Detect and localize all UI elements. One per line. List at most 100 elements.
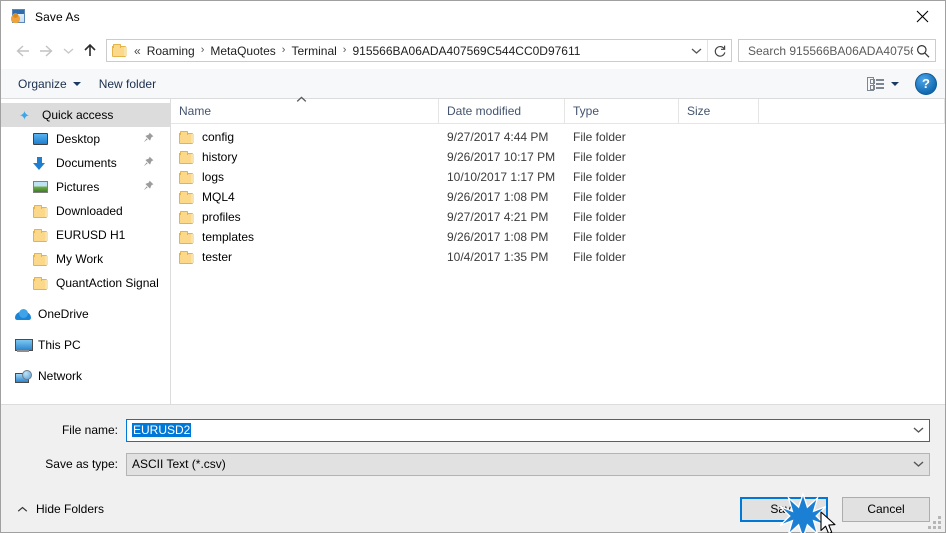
- file-list-pane: Name Date modified Type Size config 9/27…: [171, 96, 945, 404]
- file-rows: config 9/27/2017 4:44 PM File folder his…: [171, 124, 945, 404]
- file-type: File folder: [573, 250, 626, 264]
- search-input[interactable]: [746, 42, 915, 59]
- file-type: File folder: [573, 230, 626, 244]
- toolbar-right-group: ?: [861, 72, 937, 95]
- sidebar-item-downloaded[interactable]: Downloaded: [1, 199, 170, 223]
- table-row[interactable]: MQL4 9/26/2017 1:08 PM File folder: [171, 187, 945, 207]
- table-row[interactable]: templates 9/26/2017 1:08 PM File folder: [171, 227, 945, 247]
- column-header-name[interactable]: Name: [171, 96, 439, 123]
- file-date: 10/4/2017 1:35 PM: [447, 250, 549, 264]
- file-date: 9/26/2017 1:08 PM: [447, 230, 549, 244]
- save-button[interactable]: Save: [740, 496, 828, 522]
- network-icon: [15, 369, 33, 383]
- folder-icon: [179, 230, 195, 244]
- column-header-label: Size: [687, 104, 711, 118]
- file-type: File folder: [573, 170, 626, 184]
- documents-icon: [33, 156, 51, 170]
- save-form: File name: EURUSD2 Save as type: ASCII T…: [1, 404, 945, 486]
- save-as-type-value: ASCII Text (*.csv): [132, 457, 226, 471]
- help-label: ?: [922, 76, 930, 91]
- chevron-down-icon[interactable]: [685, 40, 707, 61]
- sidebar-item-label: Network: [38, 369, 83, 383]
- file-type: File folder: [573, 210, 626, 224]
- folder-icon: [33, 252, 51, 266]
- breadcrumb-item-terminal[interactable]: Terminal: [288, 43, 339, 59]
- back-arrow-icon[interactable]: [10, 39, 34, 63]
- forward-arrow-icon[interactable]: [34, 39, 58, 63]
- chevron-down-icon[interactable]: [907, 420, 929, 441]
- file-name-cell: profiles: [171, 210, 439, 224]
- column-header-date-modified[interactable]: Date modified: [439, 99, 565, 123]
- new-folder-button[interactable]: New folder: [90, 74, 165, 94]
- cancel-label: Cancel: [867, 502, 905, 516]
- window-title: Save As: [35, 9, 80, 24]
- sidebar-item-label: Documents: [56, 156, 117, 170]
- change-view-button[interactable]: [861, 74, 905, 94]
- file-type: File folder: [573, 150, 626, 164]
- pin-icon[interactable]: [143, 156, 154, 170]
- recent-locations-icon[interactable]: [58, 39, 78, 63]
- breadcrumb-item-metaquotes[interactable]: MetaQuotes: [207, 43, 278, 59]
- file-name-label: File name:: [61, 423, 118, 437]
- column-header-size[interactable]: Size: [679, 99, 759, 123]
- file-type: File folder: [573, 130, 626, 144]
- table-row[interactable]: tester 10/4/2017 1:35 PM File folder: [171, 247, 945, 267]
- folder-icon: [33, 276, 51, 290]
- table-row[interactable]: history 9/26/2017 10:17 PM File folder: [171, 147, 945, 167]
- footer-buttons: Save Cancel: [740, 491, 930, 533]
- column-header-filler: [759, 99, 945, 123]
- chevron-down-icon[interactable]: [891, 81, 899, 86]
- folder-icon: [112, 43, 128, 58]
- table-row[interactable]: logs 10/10/2017 1:17 PM File folder: [171, 167, 945, 187]
- star-pin-icon: ✦: [19, 107, 30, 123]
- file-name-cell: MQL4: [171, 190, 439, 204]
- column-header-type[interactable]: Type: [565, 99, 679, 123]
- sidebar-item-label: Downloaded: [56, 204, 123, 218]
- save-as-dialog: Save As « Roaming › MetaQuotes › Termina…: [0, 0, 946, 533]
- sidebar-item-pictures[interactable]: Pictures: [1, 175, 170, 199]
- sidebar-item-label: Quick access: [42, 108, 114, 122]
- pin-icon[interactable]: [143, 132, 154, 146]
- search-box[interactable]: [738, 39, 936, 62]
- chevron-down-icon: [72, 81, 81, 86]
- refresh-icon[interactable]: [707, 40, 731, 61]
- sidebar-item-network[interactable]: Network: [1, 364, 170, 388]
- title-bar: Save As: [1, 1, 945, 32]
- chevron-down-icon[interactable]: [907, 454, 929, 475]
- close-icon[interactable]: [899, 1, 945, 32]
- table-row[interactable]: profiles 9/27/2017 4:21 PM File folder: [171, 207, 945, 227]
- address-bar[interactable]: « Roaming › MetaQuotes › Terminal › 9155…: [106, 39, 732, 62]
- breadcrumb-item-terminal-id[interactable]: 915566BA06ADA407569C544CC0D97611: [349, 43, 583, 59]
- file-date: 9/27/2017 4:21 PM: [447, 210, 549, 224]
- dialog-footer: Hide Folders Save Cancel: [1, 486, 945, 533]
- folder-icon: [179, 250, 195, 264]
- file-date: 10/10/2017 1:17 PM: [447, 170, 556, 184]
- sidebar-item-this-pc[interactable]: This PC: [1, 333, 170, 357]
- sidebar-item-my-work[interactable]: My Work: [1, 247, 170, 271]
- file-date: 9/26/2017 1:08 PM: [447, 190, 549, 204]
- table-row[interactable]: config 9/27/2017 4:44 PM File folder: [171, 127, 945, 147]
- sidebar-item-eurusd-h1[interactable]: EURUSD H1: [1, 223, 170, 247]
- sidebar-item-label: EURUSD H1: [56, 228, 126, 242]
- sidebar-item-quantaction-signal[interactable]: QuantAction Signal: [1, 271, 170, 295]
- resize-grip[interactable]: [928, 516, 941, 529]
- help-icon[interactable]: ?: [915, 72, 937, 95]
- up-arrow-icon[interactable]: [78, 39, 102, 63]
- breadcrumb-separator: ›: [342, 44, 347, 56]
- sidebar-item-documents[interactable]: Documents: [1, 151, 170, 175]
- hide-folders-button[interactable]: Hide Folders: [11, 498, 110, 520]
- sidebar-item-desktop[interactable]: Desktop: [1, 127, 170, 151]
- save-as-type-select[interactable]: ASCII Text (*.csv): [126, 452, 930, 476]
- sidebar-item-onedrive[interactable]: OneDrive: [1, 302, 170, 326]
- view-list-icon: [867, 76, 884, 91]
- navigation-bar: « Roaming › MetaQuotes › Terminal › 9155…: [1, 32, 945, 69]
- file-name-input[interactable]: EURUSD2: [126, 418, 930, 442]
- pin-icon[interactable]: [143, 180, 154, 194]
- command-toolbar: Organize New folder ?: [1, 69, 945, 99]
- organize-button[interactable]: Organize: [9, 74, 90, 94]
- cancel-button[interactable]: Cancel: [842, 496, 930, 522]
- breadcrumb-overflow[interactable]: «: [132, 43, 144, 59]
- breadcrumb-item-roaming[interactable]: Roaming: [144, 43, 198, 59]
- folder-icon: [179, 150, 195, 164]
- sidebar-item-quick-access[interactable]: ✦ Quick access: [1, 103, 170, 127]
